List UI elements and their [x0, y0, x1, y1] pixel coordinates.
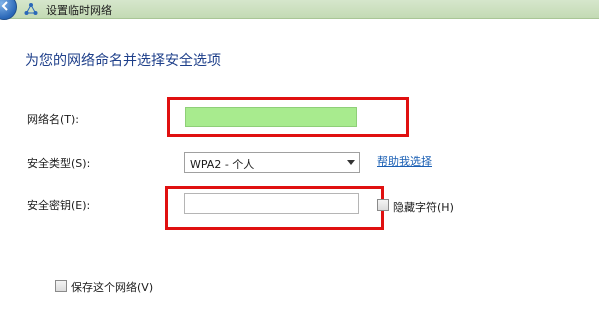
back-arrow-icon: [1, 1, 8, 11]
save-network-checkbox[interactable]: [55, 280, 67, 292]
network-icon: [24, 3, 38, 15]
chevron-down-icon: [347, 160, 355, 165]
help-me-choose-link[interactable]: 帮助我选择: [377, 153, 432, 169]
highlight-box-security-key: [165, 186, 384, 230]
security-key-label: 安全密钥(E):: [27, 199, 91, 212]
title-bar: 设置临时网络: [0, 0, 599, 20]
save-network-label: 保存这个网络(V): [71, 281, 154, 294]
highlight-box-network-name: [167, 97, 409, 137]
security-type-dropdown[interactable]: WPA2 - 个人: [184, 152, 360, 173]
page-heading: 为您的网络命名并选择安全选项: [25, 53, 221, 69]
back-button[interactable]: [0, 0, 17, 20]
hide-characters-checkbox[interactable]: [377, 199, 389, 211]
security-type-value: WPA2 - 个人: [190, 158, 255, 171]
window-title: 设置临时网络: [46, 4, 112, 17]
hide-characters-label: 隐藏字符(H): [393, 201, 454, 214]
network-name-label: 网络名(T):: [27, 113, 80, 126]
security-type-label: 安全类型(S):: [27, 157, 91, 170]
